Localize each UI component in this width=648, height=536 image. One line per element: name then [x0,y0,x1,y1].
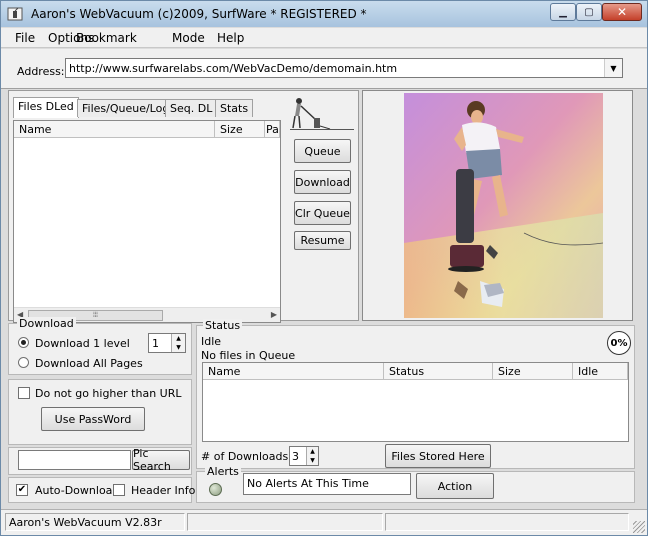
tab-files-dled[interactable]: Files DLed [13,97,79,118]
downloads-count-label: # of Downloads [201,450,289,463]
alerts-text: No Alerts At This Time [243,473,411,495]
queue-button[interactable]: Queue [294,139,351,163]
column-name[interactable]: Name [14,121,215,138]
files-list[interactable]: Name Size Pa ◀ ⦙⦙⦙ ▶ [13,120,281,323]
grip-icon: ⦙⦙⦙ [93,311,98,319]
vacuum-app-icon [7,7,23,21]
stepper-down-icon[interactable]: ▼ [171,343,185,352]
level-stepper[interactable]: 1 ▲ ▼ [148,333,186,353]
pic-search-row: Pic Search [8,447,192,475]
address-combobox[interactable]: http://www.surfwarelabs.com/WebVacDemo/d… [65,58,623,78]
preview-image [404,93,603,318]
resume-button[interactable]: Resume [294,231,351,250]
menu-help[interactable]: Help [217,31,244,45]
minimize-button[interactable]: ▁ [550,3,576,21]
alert-indicator-icon [209,483,222,496]
statusbar-pane-3 [385,513,629,531]
status-state: Idle [201,335,222,348]
stepper-up-icon[interactable]: ▲ [306,447,318,456]
scroll-right-icon[interactable]: ▶ [271,310,277,319]
download-group: Download Download 1 level Download All P… [8,317,192,375]
stepper-up-icon[interactable]: ▲ [171,334,185,343]
options-group: Do not go higher than URL Use PassWord [8,379,192,445]
status-bar: Aaron's WebVacuum V2.83r [1,509,647,535]
alerts-group: Alerts No Alerts At This Time Action [196,465,635,503]
download-all-pages-label[interactable]: Download All Pages [35,357,143,370]
maximize-button[interactable]: ▢ [576,3,602,21]
no-higher-checkbox[interactable] [18,387,30,399]
stepper-down-icon[interactable]: ▼ [306,456,318,465]
header-info-checkbox[interactable] [113,484,125,496]
close-icon: ✕ [616,5,628,19]
tab-files-queue-log[interactable]: Files/Queue/Log [77,99,175,117]
queue-column-name[interactable]: Name [203,363,384,380]
vacuum-woman-icon [292,98,331,130]
menu-bookmark[interactable]: Bookmark [76,31,137,45]
queue-column-status[interactable]: Status [384,363,493,380]
auto-options-row: ✔ Auto-Download Header Info [8,477,195,503]
statusbar-pane-version: Aaron's WebVacuum V2.83r [5,513,185,531]
address-row: Address: http://www.surfwarelabs.com/Web… [1,49,647,89]
downloads-stepper[interactable]: 3 ▲ ▼ [289,446,319,466]
download-button[interactable]: Download [294,170,351,194]
files-list-header: Name Size Pa [14,121,280,138]
menu-mode[interactable]: Mode [172,31,205,45]
minimize-icon: ▁ [559,6,567,18]
version-text: Aaron's WebVacuum V2.83r [9,516,162,529]
clear-queue-button[interactable]: Clr Queue [294,201,351,225]
address-dropdown-button[interactable]: ▼ [604,59,622,77]
statusbar-pane-2 [187,513,383,531]
menu-file[interactable]: File [15,31,35,45]
tab-stats[interactable]: Stats [215,99,254,117]
no-higher-label[interactable]: Do not go higher than URL [35,387,182,400]
action-button[interactable]: Action [416,473,494,499]
window-title: Aaron's WebVacuum (c)2009, SurfWare * RE… [31,7,367,21]
column-size[interactable]: Size [215,121,265,138]
queue-column-size[interactable]: Size [493,363,573,380]
auto-download-checkbox[interactable]: ✔ [16,484,28,496]
download-1-level-radio[interactable] [18,337,29,348]
use-password-button[interactable]: Use PassWord [41,407,145,431]
status-group: Status Idle No files in Queue 0% Name St… [196,319,635,469]
chevron-down-icon: ▼ [610,63,617,73]
pic-search-button[interactable]: Pic Search [132,447,190,473]
queue-list-header: Name Status Size Idle [203,363,628,380]
queue-list[interactable]: Name Status Size Idle [202,362,629,442]
app-window: Aaron's WebVacuum (c)2009, SurfWare * RE… [0,0,648,536]
column-path[interactable]: Pa [265,121,280,138]
address-label: Address: [17,65,65,78]
close-button[interactable]: ✕ [602,3,642,21]
level-value[interactable]: 1 [152,337,159,350]
title-bar[interactable]: Aaron's WebVacuum (c)2009, SurfWare * RE… [1,1,647,27]
files-stored-here-button[interactable]: Files Stored Here [385,444,491,468]
download-group-label: Download [17,317,76,330]
queue-column-idle[interactable]: Idle [573,363,628,380]
downloads-value[interactable]: 3 [292,450,299,463]
header-info-label[interactable]: Header Info [131,484,195,497]
menu-bar: File Options Bookmark Mode Help [1,28,647,48]
pic-search-input[interactable] [18,450,131,470]
status-group-label: Status [203,319,243,332]
queue-message: No files in Queue [201,349,296,362]
resize-grip-icon[interactable] [633,521,645,533]
tab-seq-dl[interactable]: Seq. DL [165,99,218,117]
address-input[interactable]: http://www.surfwarelabs.com/WebVacDemo/d… [69,62,397,75]
divider [290,129,354,130]
image-preview-panel [362,90,633,321]
files-panel: Files DLed Files/Queue/Log Seq. DL Stats… [8,90,359,323]
download-1-level-label[interactable]: Download 1 level [35,337,130,350]
download-all-pages-radio[interactable] [18,357,29,368]
progress-percent: 0% [607,331,631,355]
auto-download-label[interactable]: Auto-Download [35,484,119,497]
maximize-icon: ▢ [584,6,594,18]
alerts-group-label: Alerts [205,465,241,478]
